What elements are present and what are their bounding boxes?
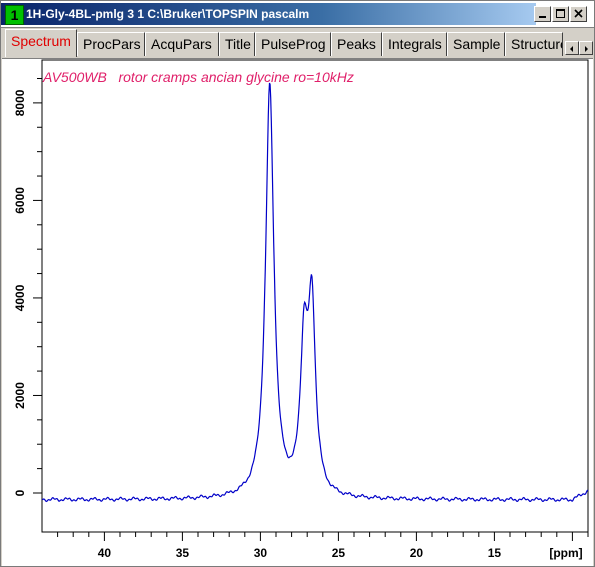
title-bar[interactable]: 1 1H-Gly-4BL-pmlg 3 1 C:\Bruker\TOPSPIN …: [1, 1, 594, 28]
y-tick-label: 8000: [13, 89, 27, 116]
tab-structure[interactable]: Structure: [505, 32, 563, 56]
y-tick-label: 2000: [13, 382, 27, 409]
arrow-left-icon: [570, 46, 573, 52]
spectrum-window: 1 1H-Gly-4BL-pmlg 3 1 C:\Bruker\TOPSPIN …: [0, 0, 595, 567]
minimize-button[interactable]: [534, 6, 551, 22]
tab-acqupars[interactable]: AcquPars: [145, 32, 219, 56]
y-tick-label: 6000: [13, 187, 27, 214]
spectrum-plot[interactable]: 0 2000 4000 6000 8000 40 35 30 25 20 15 [ppm]: [2, 59, 593, 566]
tab-bar: Spectrum ProcPars AcquPars Title PulsePr…: [1, 28, 594, 58]
x-tick-label: 30: [254, 546, 268, 560]
x-tick-label: 15: [488, 546, 502, 560]
tab-procpars[interactable]: ProcPars: [77, 32, 145, 56]
x-tick-label: 25: [332, 546, 346, 560]
maximize-button[interactable]: [552, 6, 569, 22]
maximize-icon: [556, 9, 565, 18]
x-axis-label: [ppm]: [549, 546, 582, 560]
x-tick-label: 35: [176, 546, 190, 560]
spectrum-trace: [42, 82, 589, 503]
window-title: 1H-Gly-4BL-pmlg 3 1 C:\Bruker\TOPSPIN pa…: [26, 7, 310, 21]
plot-frame: [41, 59, 589, 533]
y-tick-label: 4000: [13, 284, 27, 311]
close-icon: [574, 9, 583, 18]
spectrum-comment: AV500WB rotor cramps ancian glycine ro=1…: [43, 69, 354, 85]
tab-title[interactable]: Title: [219, 32, 255, 56]
tab-scroll-left-button[interactable]: [565, 41, 579, 55]
y-tick-label: 0: [13, 489, 27, 496]
tab-spectrum[interactable]: Spectrum: [5, 29, 77, 57]
tab-peaks[interactable]: Peaks: [331, 32, 382, 56]
tab-scroll-right-button[interactable]: [579, 41, 593, 55]
tab-integrals[interactable]: Integrals: [382, 32, 447, 56]
minimize-icon: [539, 16, 546, 18]
x-tick-label: 40: [98, 546, 112, 560]
arrow-right-icon: [585, 46, 588, 52]
spectrum-panel[interactable]: 0 2000 4000 6000 8000 40 35 30 25 20 15 [ppm] AV500…: [2, 58, 593, 566]
tab-sample[interactable]: Sample: [447, 32, 505, 56]
x-tick-label: 20: [410, 546, 424, 560]
close-button[interactable]: [570, 6, 587, 22]
tab-pulseprog[interactable]: PulseProg: [255, 32, 331, 56]
window-number-badge[interactable]: 1: [5, 5, 24, 25]
